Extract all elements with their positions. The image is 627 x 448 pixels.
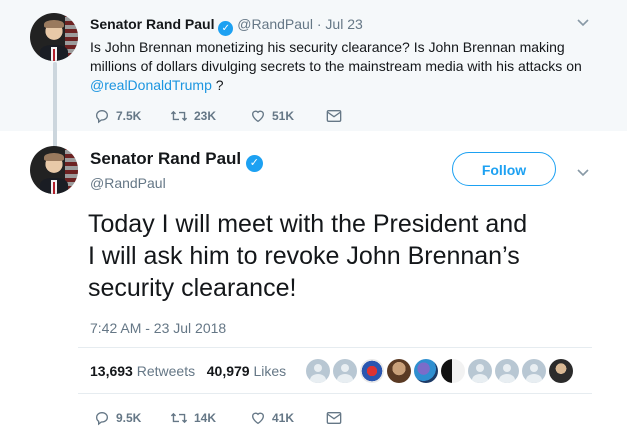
- parent-like-count: 51K: [272, 109, 295, 123]
- liker-avatar[interactable]: [360, 359, 384, 383]
- parent-date[interactable]: Jul 23: [325, 16, 362, 32]
- message-icon: [326, 110, 342, 122]
- retweet-stat[interactable]: 13,693 Retweets: [90, 363, 195, 379]
- main-like-count: 41K: [272, 411, 295, 425]
- parent-text-line1: Is John Brennan monetizing his security …: [90, 39, 565, 55]
- main-actions: 9.5K 14K 41K: [94, 410, 342, 426]
- verified-icon: ✓: [245, 155, 263, 172]
- parent-like-button[interactable]: 51K: [250, 108, 326, 124]
- parent-reply-button[interactable]: 7.5K: [94, 108, 170, 124]
- parent-message-button[interactable]: [326, 109, 342, 123]
- main-retweet-count: 14K: [194, 411, 217, 425]
- retweet-total: 13,693: [90, 363, 133, 379]
- like-icon: [251, 412, 265, 425]
- parent-reply-count: 7.5K: [116, 109, 142, 123]
- liker-avatar[interactable]: [495, 359, 519, 383]
- main-like-button[interactable]: 41K: [250, 410, 326, 426]
- main-reply-count: 9.5K: [116, 411, 142, 425]
- parent-text-line3: @realDonaldTrump ?: [90, 76, 610, 95]
- parent-text-line2: millions of dollars divulging secrets to…: [90, 58, 582, 74]
- parent-avatar[interactable]: [30, 13, 78, 61]
- liker-avatar[interactable]: [441, 359, 465, 383]
- parent-separator: ·: [316, 16, 322, 32]
- mention-link[interactable]: @realDonaldTrump: [90, 77, 212, 93]
- chevron-down-icon[interactable]: [577, 14, 589, 30]
- parent-handle[interactable]: @RandPaul: [237, 16, 313, 32]
- reply-icon: [95, 109, 109, 124]
- like-icon: [251, 110, 265, 123]
- liker-avatar[interactable]: [468, 359, 492, 383]
- like-stat-label: Likes: [253, 363, 287, 379]
- like-stat[interactable]: 40,979 Likes: [207, 363, 286, 379]
- parent-display-name[interactable]: Senator Rand Paul: [90, 16, 214, 32]
- liker-avatar[interactable]: [333, 359, 357, 383]
- parent-text-end: ?: [211, 77, 224, 93]
- stats-divider-top: [78, 347, 592, 348]
- liker-avatar[interactable]: [387, 359, 411, 383]
- like-total: 40,979: [206, 363, 250, 379]
- message-icon: [326, 412, 342, 424]
- main-message-button[interactable]: [326, 411, 342, 425]
- follow-button[interactable]: Follow: [452, 152, 556, 186]
- main-display-name[interactable]: Senator Rand Paul: [90, 149, 241, 168]
- retweet-stat-label: Retweets: [136, 363, 196, 379]
- liker-avatars: [306, 359, 576, 383]
- parent-actions: 7.5K 23K 51K: [94, 108, 342, 124]
- main-retweet-button[interactable]: 14K: [170, 410, 250, 426]
- main-handle[interactable]: @RandPaul: [90, 175, 166, 191]
- tweet-stats: 13,693 Retweets 40,979 Likes: [90, 363, 286, 379]
- main-reply-button[interactable]: 9.5K: [94, 410, 170, 426]
- liker-avatar[interactable]: [549, 359, 573, 383]
- chevron-down-icon[interactable]: [577, 164, 589, 180]
- retweet-icon: [170, 110, 188, 122]
- parent-retweet-button[interactable]: 23K: [170, 108, 250, 124]
- reply-icon: [95, 411, 109, 426]
- parent-header: Senator Rand Paul ✓ @RandPaul · Jul 23: [90, 16, 363, 36]
- main-display-name-row: Senator Rand Paul ✓: [90, 149, 263, 172]
- main-text-line3: security clearance!: [88, 274, 297, 302]
- verified-icon: ✓: [218, 21, 234, 36]
- liker-avatar[interactable]: [522, 359, 546, 383]
- retweet-icon: [170, 412, 188, 424]
- thread-connector: [53, 62, 57, 150]
- main-avatar[interactable]: [30, 146, 78, 194]
- main-tweet-text: Today I will meet with the President and…: [88, 208, 608, 304]
- parent-tweet-text: Is John Brennan monetizing his security …: [90, 38, 610, 95]
- liker-avatar[interactable]: [414, 359, 438, 383]
- main-text-line1: Today I will meet with the President and: [88, 210, 528, 238]
- main-text-line2: I will ask him to revoke John Brennan’s: [88, 242, 520, 270]
- stats-divider-bottom: [78, 393, 592, 394]
- tweet-timestamp[interactable]: 7:42 AM - 23 Jul 2018: [90, 320, 226, 336]
- parent-retweet-count: 23K: [194, 109, 217, 123]
- liker-avatar[interactable]: [306, 359, 330, 383]
